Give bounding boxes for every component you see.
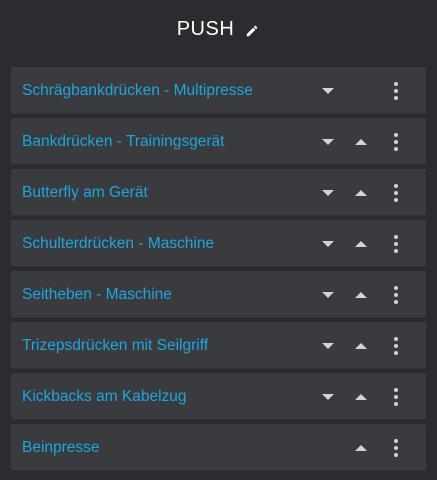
exercise-row[interactable]: Bankdrücken - Trainingsgerät	[11, 118, 426, 165]
move-up-button[interactable]	[349, 424, 373, 471]
move-up-button[interactable]	[349, 220, 373, 267]
more-vert-icon	[394, 234, 398, 253]
more-options-button[interactable]	[384, 169, 408, 216]
exercise-row[interactable]: Trizepsdrücken mit Seilgriff	[11, 322, 426, 369]
header: PUSH	[0, 0, 437, 60]
arrow-up-icon	[355, 240, 367, 247]
more-options-button[interactable]	[384, 424, 408, 471]
arrow-down-icon	[322, 240, 334, 247]
exercise-row[interactable]: Schrägbankdrücken - Multipresse	[11, 67, 426, 114]
edit-title-button[interactable]	[244, 23, 260, 39]
move-down-button[interactable]	[316, 169, 340, 216]
arrow-up-icon	[355, 393, 367, 400]
exercise-list: Schrägbankdrücken - Multipresse Bankdrüc…	[11, 67, 426, 475]
more-vert-icon	[394, 81, 398, 100]
exercise-label[interactable]: Seitheben - Maschine	[22, 271, 172, 318]
more-options-button[interactable]	[384, 373, 408, 420]
move-up-button[interactable]	[349, 118, 373, 165]
arrow-down-icon	[322, 138, 334, 145]
arrow-down-icon	[322, 342, 334, 349]
arrow-up-icon	[355, 291, 367, 298]
exercise-row[interactable]: Schulterdrücken - Maschine	[11, 220, 426, 267]
exercise-label[interactable]: Beinpresse	[22, 424, 100, 471]
more-options-button[interactable]	[384, 118, 408, 165]
arrow-down-icon	[322, 87, 334, 94]
arrow-up-icon	[355, 138, 367, 145]
exercise-row[interactable]: Kickbacks am Kabelzug	[11, 373, 426, 420]
move-down-button[interactable]	[316, 373, 340, 420]
exercise-row[interactable]: Beinpresse	[11, 424, 426, 471]
exercise-label[interactable]: Schulterdrücken - Maschine	[22, 220, 214, 267]
move-down-button[interactable]	[316, 271, 340, 318]
more-vert-icon	[394, 336, 398, 355]
more-options-button[interactable]	[384, 271, 408, 318]
arrow-down-icon	[322, 189, 334, 196]
more-vert-icon	[394, 183, 398, 202]
more-vert-icon	[394, 438, 398, 457]
page-title: PUSH	[176, 17, 235, 40]
exercise-label[interactable]: Kickbacks am Kabelzug	[22, 373, 187, 420]
move-down-button[interactable]	[316, 67, 340, 114]
exercise-row[interactable]: Seitheben - Maschine	[11, 271, 426, 318]
more-options-button[interactable]	[384, 67, 408, 114]
arrow-up-icon	[355, 342, 367, 349]
arrow-down-icon	[322, 393, 334, 400]
exercise-label[interactable]: Bankdrücken - Trainingsgerät	[22, 118, 224, 165]
move-up-button[interactable]	[349, 373, 373, 420]
more-vert-icon	[394, 132, 398, 151]
move-down-button[interactable]	[316, 322, 340, 369]
more-vert-icon	[394, 387, 398, 406]
move-up-button[interactable]	[349, 169, 373, 216]
more-options-button[interactable]	[384, 322, 408, 369]
arrow-up-icon	[355, 444, 367, 451]
more-options-button[interactable]	[384, 220, 408, 267]
move-up-button[interactable]	[349, 271, 373, 318]
exercise-label[interactable]: Butterfly am Gerät	[22, 169, 148, 216]
move-up-button[interactable]	[349, 322, 373, 369]
more-vert-icon	[394, 285, 398, 304]
move-down-button[interactable]	[316, 118, 340, 165]
exercise-label[interactable]: Schrägbankdrücken - Multipresse	[22, 67, 253, 114]
exercise-row[interactable]: Butterfly am Gerät	[11, 169, 426, 216]
exercise-label[interactable]: Trizepsdrücken mit Seilgriff	[22, 322, 208, 369]
arrow-up-icon	[355, 189, 367, 196]
arrow-down-icon	[322, 291, 334, 298]
pencil-icon	[247, 25, 258, 37]
move-down-button[interactable]	[316, 220, 340, 267]
